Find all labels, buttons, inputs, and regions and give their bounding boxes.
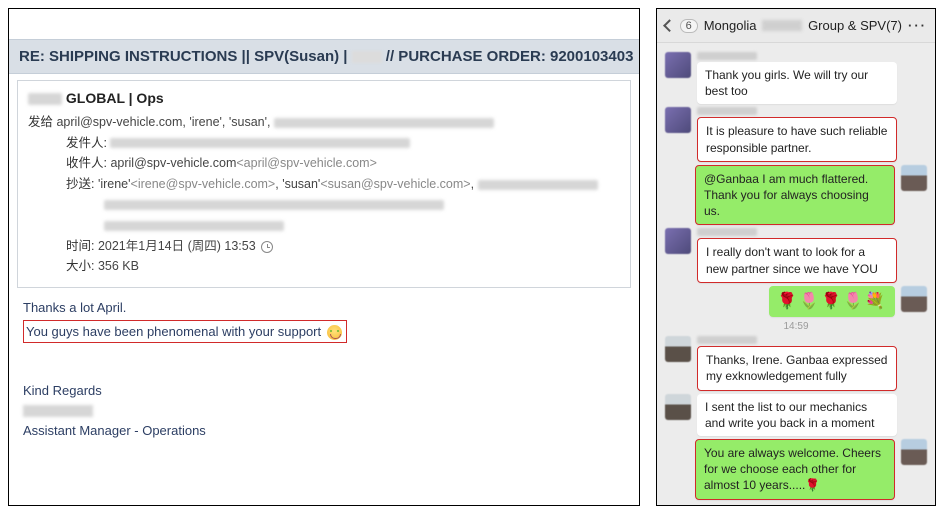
redacted-chip <box>104 221 284 231</box>
sent-to-line: 发给 april@spv-vehicle.com, 'irene', 'susa… <box>28 112 620 133</box>
redacted-chip <box>274 118 494 128</box>
message-row: I really don't want to look for a new pa… <box>665 228 927 282</box>
redacted-chip <box>352 51 382 63</box>
email-window: RE: SHIPPING INSTRUCTIONS || SPV(Susan) … <box>8 8 640 506</box>
message-bubble-self-highlighted: You are always welcome. Cheers for we ch… <box>695 439 895 500</box>
signature-title: Assistant Manager - Operations <box>23 421 625 441</box>
message-bubble: I sent the list to our mechanics and wri… <box>697 394 897 436</box>
avatar-self[interactable] <box>901 439 927 465</box>
back-icon[interactable] <box>663 19 675 31</box>
smile-emoji-icon <box>327 325 342 340</box>
to-label: 收件人: <box>66 156 110 170</box>
redacted-chip <box>762 20 802 31</box>
redacted-chip <box>110 138 410 148</box>
chat-title-suffix: Group & SPV(7) <box>808 18 902 33</box>
time-line: 时间: 2021年1月14日 (周四) 13:53 <box>66 236 620 257</box>
message-row-self: You are always welcome. Cheers for we ch… <box>665 439 927 500</box>
signature-name-redacted <box>23 405 93 417</box>
avatar[interactable] <box>665 107 691 133</box>
from-label: 发件人: <box>66 136 110 150</box>
from-line: 发件人: <box>66 133 620 154</box>
subject-text-suffix: // PURCHASE ORDER: 9200103403 <box>382 48 634 65</box>
sent-to-label: 发给 <box>28 115 56 129</box>
message-row: It is pleasure to have such reliable res… <box>665 107 927 161</box>
avatar[interactable] <box>665 336 691 362</box>
avatar-self[interactable] <box>901 286 927 312</box>
size-line: 大小: 356 KB <box>66 256 620 277</box>
message-bubble-highlighted: It is pleasure to have such reliable res… <box>697 117 897 161</box>
avatar[interactable] <box>665 228 691 254</box>
timestamp: 14:59 <box>665 321 927 332</box>
cc1: 'irene' <box>98 177 131 191</box>
message-row: I sent the list to our mechanics and wri… <box>665 394 927 436</box>
email-sender: GLOBAL | Ops <box>28 87 620 110</box>
body-line-1: Thanks a lot April. <box>23 298 625 318</box>
chat-body[interactable]: Thank you girls. We will try our best to… <box>657 43 935 505</box>
message-row-self: 🌹🌷🌹🌷💐 <box>665 286 927 318</box>
message-row: Thank you girls. We will try our best to… <box>665 52 927 104</box>
cc-line: 抄送: 'irene'<irene@spv-vehicle.com>, 'sus… <box>66 174 620 195</box>
chat-header: 6 Mongolia Group & SPV(7) ··· <box>657 9 935 43</box>
cc-line-2 <box>66 195 620 216</box>
sender-name-redacted <box>697 107 757 115</box>
cc2-dim: <susan@spv-vehicle.com> <box>320 177 470 191</box>
unread-badge: 6 <box>680 19 698 33</box>
email-body: Thanks a lot April. You guys have been p… <box>9 288 639 450</box>
sender-suffix: GLOBAL | Ops <box>62 90 164 106</box>
cc-line-3 <box>66 215 620 236</box>
message-bubble: Thank you girls. We will try our best to… <box>697 62 897 104</box>
to-value-dim: <april@spv-vehicle.com> <box>236 156 377 170</box>
chat-window: 6 Mongolia Group & SPV(7) ··· Thank you … <box>656 8 936 506</box>
to-value: april@spv-vehicle.com <box>110 156 236 170</box>
cc-label: 抄送: <box>66 177 98 191</box>
to-line: 收件人: april@spv-vehicle.com<april@spv-veh… <box>66 153 620 174</box>
avatar-self[interactable] <box>901 165 927 191</box>
sent-to-value: april@spv-vehicle.com, 'irene', 'susan', <box>56 115 273 129</box>
message-row: Thanks, Irene. Ganbaa expressed my exkno… <box>665 336 927 390</box>
regards: Kind Regards <box>23 381 625 401</box>
clock-icon <box>261 241 273 253</box>
size-value: 356 KB <box>98 259 139 273</box>
chat-title-prefix: Mongolia <box>704 18 757 33</box>
cc-tail: , <box>471 177 478 191</box>
sender-name-redacted <box>697 336 757 344</box>
email-subject: RE: SHIPPING INSTRUCTIONS || SPV(Susan) … <box>9 39 639 74</box>
sender-name-redacted <box>697 228 757 236</box>
message-bubble-self-highlighted: @Ganbaa I am much flattered. Thank you f… <box>695 165 895 226</box>
avatar[interactable] <box>665 52 691 78</box>
redacted-chip <box>478 180 598 190</box>
sender-name-redacted <box>697 52 757 60</box>
cc2: 'susan' <box>282 177 320 191</box>
redacted-chip <box>28 93 62 105</box>
body-highlight-text: You guys have been phenomenal with your … <box>26 324 325 339</box>
email-header-block: GLOBAL | Ops 发给 april@spv-vehicle.com, '… <box>17 80 631 288</box>
time-label: 时间: <box>66 239 98 253</box>
redacted-chip <box>104 200 444 210</box>
message-bubble-highlighted: Thanks, Irene. Ganbaa expressed my exkno… <box>697 346 897 390</box>
body-highlight-line: You guys have been phenomenal with your … <box>23 320 347 344</box>
message-row-self: @Ganbaa I am much flattered. Thank you f… <box>665 165 927 226</box>
size-label: 大小: <box>66 259 98 273</box>
email-toolbar <box>9 9 639 39</box>
message-bubble-self: 🌹🌷🌹🌷💐 <box>769 286 895 318</box>
cc1-dim: <irene@spv-vehicle.com> <box>131 177 276 191</box>
message-bubble-highlighted: I really don't want to look for a new pa… <box>697 238 897 282</box>
more-icon[interactable]: ··· <box>908 18 927 33</box>
subject-text-prefix: RE: SHIPPING INSTRUCTIONS || SPV(Susan) … <box>19 48 352 65</box>
avatar[interactable] <box>665 394 691 420</box>
time-value: 2021年1月14日 (周四) 13:53 <box>98 239 256 253</box>
